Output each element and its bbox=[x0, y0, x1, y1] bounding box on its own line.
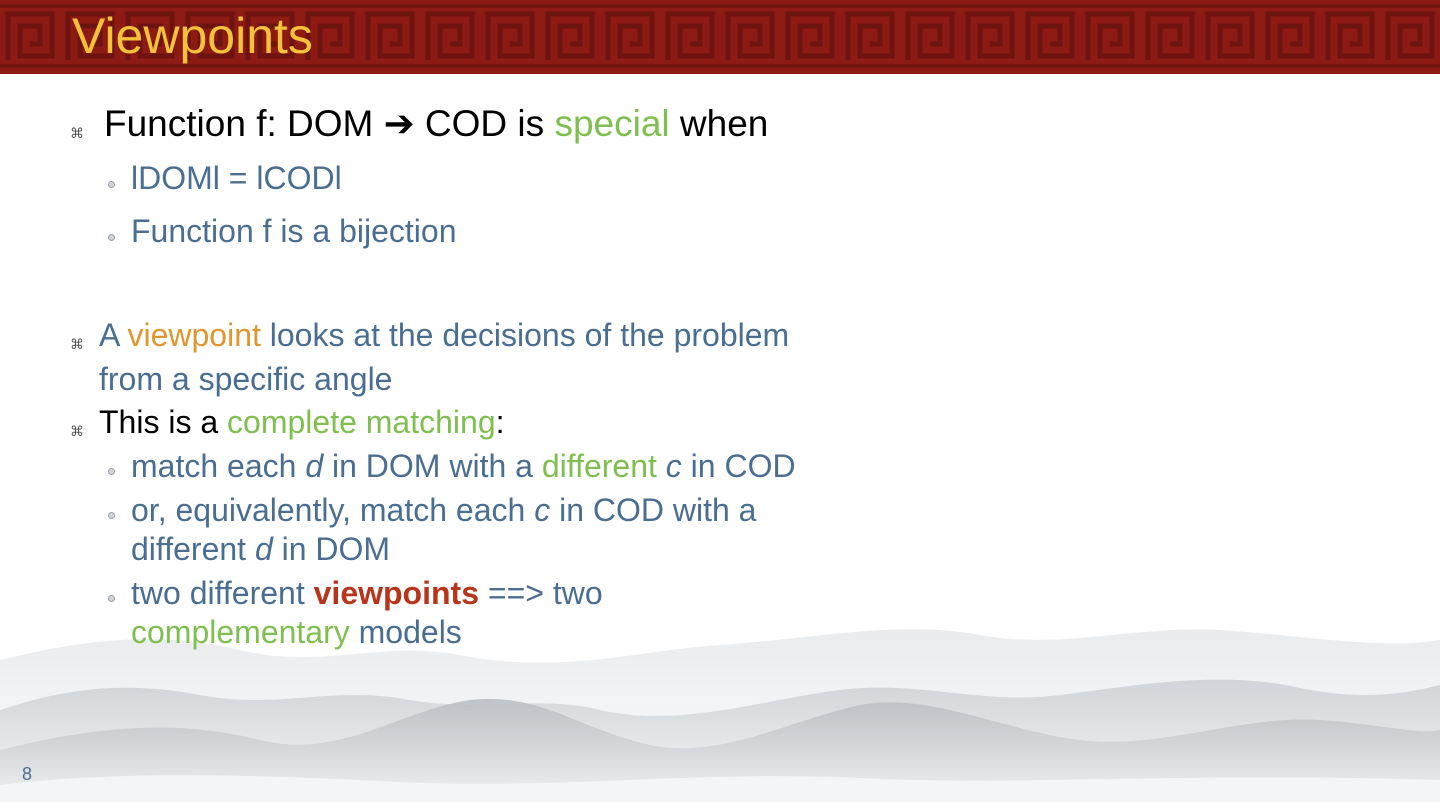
text: in COD bbox=[681, 448, 796, 484]
slide-title: Viewpoints bbox=[72, 8, 313, 64]
sub-bullet-marker bbox=[108, 234, 115, 241]
page-number: 8 bbox=[22, 764, 33, 784]
text: when bbox=[669, 103, 769, 144]
bullet-complete-matching: This is a complete matching: bbox=[99, 402, 505, 442]
bullet-viewpoint: A viewpoint looks at the decisions of th… bbox=[99, 315, 789, 355]
sub-bullet-bijection: Function f is a bijection bbox=[131, 213, 457, 249]
text: match each bbox=[131, 448, 306, 484]
highlight-special: special bbox=[554, 103, 670, 144]
var-c: c bbox=[534, 492, 551, 528]
bullet-marker: ⌘ bbox=[70, 423, 84, 439]
sub-bullet-match-c-cont: different d in DOM bbox=[131, 529, 390, 569]
sub-bullet-match-d: match each d in DOM with a different c i… bbox=[131, 446, 796, 486]
text: or, equivalently, match each bbox=[131, 492, 535, 528]
highlight-viewpoints: viewpoints bbox=[313, 575, 479, 611]
sub-bullet-two-viewpoints-cont: complementary models bbox=[131, 612, 462, 652]
bullet-marker: ⌘ bbox=[70, 125, 84, 141]
sub-bullet-match-c: or, equivalently, match each c in COD wi… bbox=[131, 490, 756, 530]
text: : bbox=[495, 404, 505, 440]
var-d: d bbox=[305, 448, 324, 484]
text: Function f: DOM bbox=[104, 103, 384, 144]
arrow-icon: ➔ bbox=[383, 103, 415, 144]
var-d: d bbox=[254, 531, 273, 567]
sub-bullet-marker bbox=[108, 181, 115, 188]
highlight-complementary: complementary bbox=[131, 614, 350, 650]
sub-bullet-marker bbox=[108, 512, 115, 519]
text: in DOM bbox=[272, 531, 391, 567]
text: in DOM with a bbox=[323, 448, 542, 484]
sub-bullet-marker bbox=[108, 595, 115, 602]
sub-bullet-marker bbox=[108, 468, 115, 475]
text: ==> two bbox=[478, 575, 603, 611]
sub-bullet-two-viewpoints: two different viewpoints ==> two bbox=[131, 573, 603, 613]
text bbox=[657, 448, 666, 484]
text: different bbox=[131, 531, 255, 567]
highlight-viewpoint: viewpoint bbox=[127, 317, 261, 353]
bullet-function-special: Function f: DOM ➔ COD is special when bbox=[104, 102, 768, 146]
text: models bbox=[349, 614, 462, 650]
text: two different bbox=[131, 575, 314, 611]
text: This is a bbox=[99, 404, 228, 440]
text: in COD with a bbox=[550, 492, 757, 528]
text: A bbox=[99, 317, 128, 353]
sub-bullet-cardinality: lDOMl = lCODl bbox=[131, 160, 342, 196]
highlight-different: different bbox=[541, 448, 657, 484]
text: COD is bbox=[414, 103, 555, 144]
text: looks at the decisions of the problem bbox=[260, 317, 790, 353]
highlight-complete-matching: complete matching bbox=[227, 404, 496, 440]
var-c: c bbox=[665, 448, 682, 484]
bullet-viewpoint-cont: from a specific angle bbox=[99, 361, 393, 397]
bullet-marker: ⌘ bbox=[70, 336, 84, 352]
title-bar: Viewpoints bbox=[0, 0, 1440, 74]
